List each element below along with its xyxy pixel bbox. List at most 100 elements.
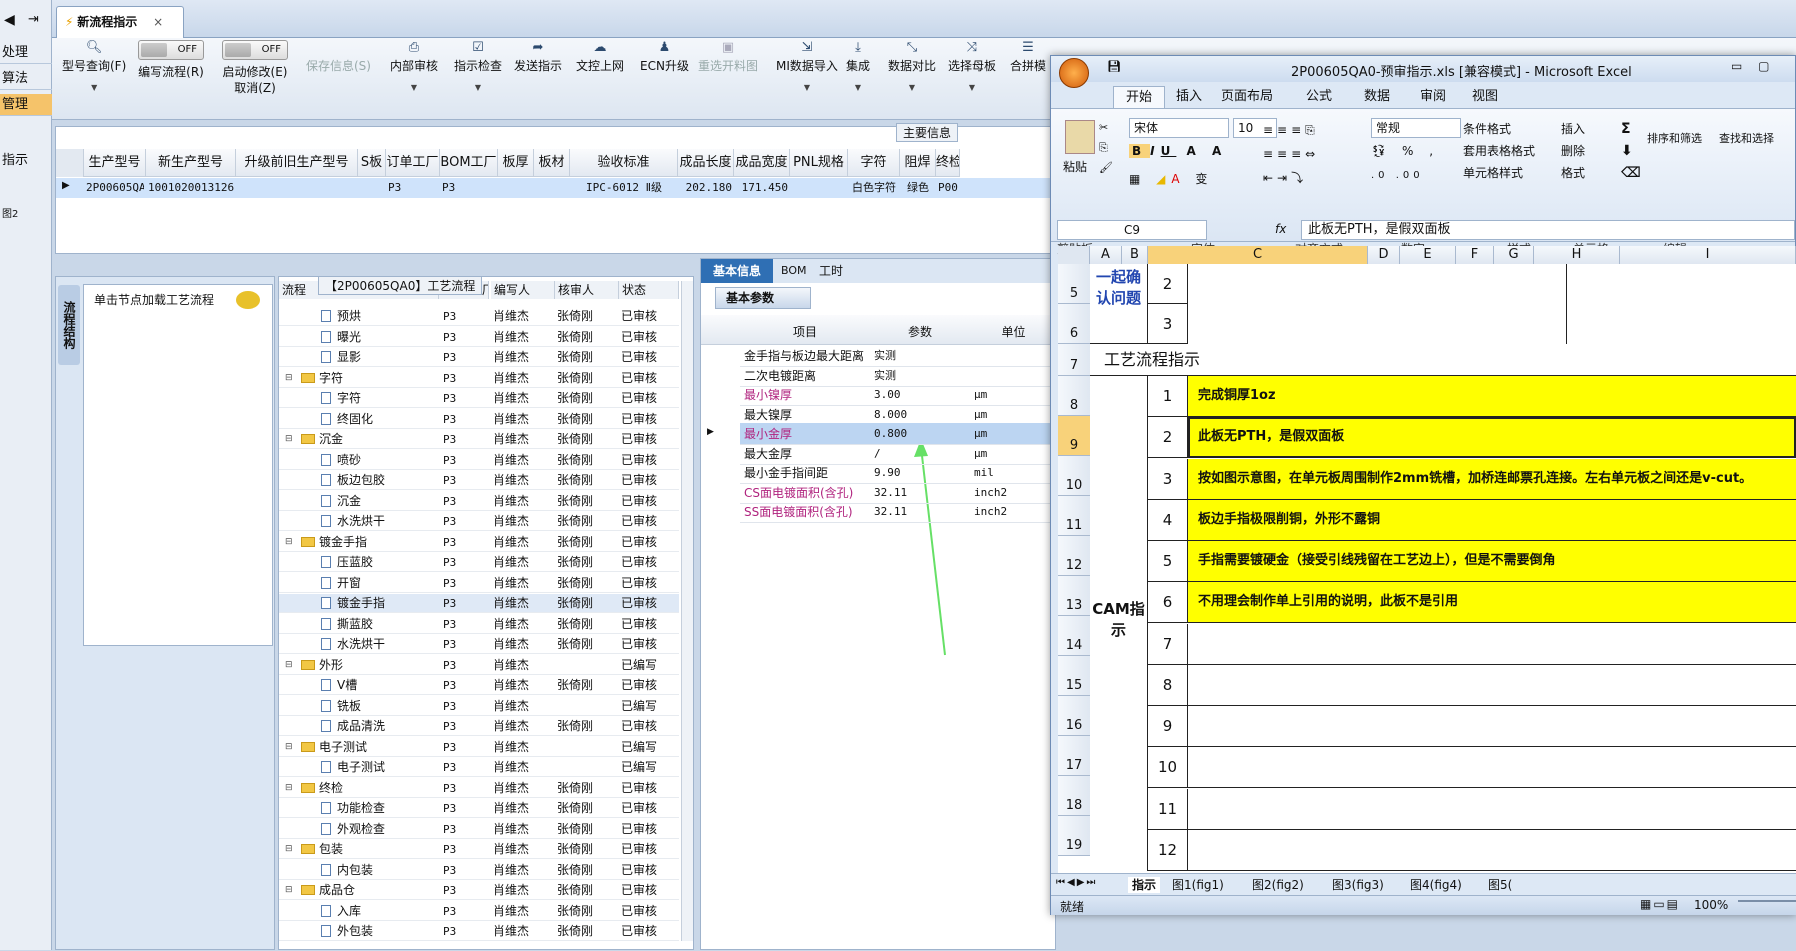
- zoom-slider[interactable]: [1738, 900, 1796, 910]
- cam-item-text[interactable]: [1188, 830, 1796, 871]
- flow-node[interactable]: 曝光: [321, 328, 439, 347]
- col-header-0[interactable]: 生产型号: [84, 149, 146, 177]
- align-buttons[interactable]: ≡≡≡⎘ ≡≡≡⇔ ⇤⇥⤵: [1263, 118, 1363, 190]
- cell-style-button[interactable]: 单元格样式: [1463, 162, 1535, 184]
- flow-node[interactable]: 终检: [301, 779, 439, 798]
- select-all-corner[interactable]: [1058, 246, 1090, 264]
- flow-node[interactable]: 字符: [301, 369, 439, 388]
- flow-row[interactable]: V槽 P3 肖维杰 张倚刚 已审核: [279, 676, 679, 695]
- flow-node[interactable]: 沉金: [321, 492, 439, 511]
- row-cell-11[interactable]: [792, 178, 846, 198]
- col-header-10[interactable]: 成品宽度: [734, 149, 790, 177]
- ribbon-tab-2[interactable]: 页面布局: [1221, 86, 1273, 108]
- col-header-G[interactable]: G: [1494, 246, 1534, 264]
- start-modify-button[interactable]: OFF 启动修改(E) 取消(Z): [222, 40, 288, 96]
- menu-item-manage[interactable]: 管理: [0, 94, 52, 116]
- office-button-icon[interactable]: [1059, 58, 1089, 88]
- sheet-tab-0[interactable]: 指示: [1128, 877, 1161, 893]
- row-cell-13[interactable]: 绿色: [902, 178, 934, 198]
- find-select-button[interactable]: 查找和选择: [1719, 132, 1774, 146]
- col-header-I[interactable]: I: [1620, 246, 1796, 264]
- flow-node[interactable]: 外观检查: [321, 820, 439, 839]
- sort-filter-button[interactable]: 排序和筛选: [1647, 132, 1702, 146]
- reselect-cut-image-button[interactable]: ▣ 重选开料图: [698, 40, 758, 74]
- sheet-tab-4[interactable]: 图4(fig4): [1410, 877, 1462, 893]
- flow-node[interactable]: 内包装: [321, 861, 439, 880]
- delete-cells-button[interactable]: 删除: [1561, 140, 1585, 162]
- col-header-11[interactable]: PNL规格: [790, 149, 848, 177]
- flow-row[interactable]: 显影 P3 肖维杰 张倚刚 已审核: [279, 348, 679, 367]
- table-format-button[interactable]: 套用表格格式: [1463, 140, 1535, 162]
- row-cell-2[interactable]: [238, 178, 356, 198]
- expand-icon[interactable]: ⊟: [285, 779, 293, 798]
- sheet-tab-5[interactable]: 图5(: [1488, 877, 1512, 893]
- flow-row[interactable]: 压蓝胶 P3 肖维杰 张倚刚 已审核: [279, 553, 679, 572]
- flow-row[interactable]: 外包装 P3 肖维杰 张倚刚 已审核: [279, 922, 679, 941]
- quick-save-icon[interactable]: 💾︎: [1107, 60, 1121, 73]
- ribbon-tab-3[interactable]: 公式: [1293, 86, 1345, 108]
- row-cell-14[interactable]: P006: [938, 178, 958, 198]
- row-cell-1[interactable]: 10010200131264: [148, 178, 234, 198]
- flow-node[interactable]: 铣板: [321, 697, 439, 716]
- flow-node[interactable]: 撕蓝胶: [321, 615, 439, 634]
- paste-label[interactable]: 粘贴: [1063, 158, 1087, 175]
- flow-row[interactable]: 开窗 P3 肖维杰 张倚刚 已审核: [279, 574, 679, 593]
- expand-icon[interactable]: ⊟: [285, 656, 293, 675]
- flow-node[interactable]: 水洗烘干: [321, 512, 439, 531]
- merge-mold-button[interactable]: ☰ 合拼模: [1010, 40, 1046, 74]
- data-compare-button[interactable]: ⤡ 数据对比 ▼: [888, 40, 936, 96]
- row-header-11[interactable]: 11: [1058, 496, 1090, 536]
- flow-row[interactable]: ⊟ 终检 P3 肖维杰 张倚刚 已审核: [279, 779, 679, 798]
- col-header-6[interactable]: 板厚: [498, 149, 534, 177]
- row-cell-6[interactable]: [500, 178, 532, 198]
- decimal-buttons[interactable]: .0 .00: [1371, 170, 1424, 181]
- row-header-13[interactable]: 13: [1058, 576, 1090, 616]
- window-controls[interactable]: ▭ ▢: [1731, 59, 1791, 77]
- cam-item-text[interactable]: [1188, 747, 1796, 789]
- tab-new-flow[interactable]: ⚡ 新流程指示 ×: [56, 6, 184, 38]
- forward-icon[interactable]: ⇥: [28, 12, 39, 27]
- view-buttons[interactable]: ▦▭▤: [1640, 897, 1680, 911]
- col-header-2[interactable]: 升级前旧生产型号: [236, 149, 358, 177]
- flow-node[interactable]: 镀金手指: [301, 533, 439, 552]
- flow-node[interactable]: 字符: [321, 389, 439, 408]
- insert-cells-button[interactable]: 插入: [1561, 118, 1585, 140]
- cond-format-button[interactable]: 条件格式: [1463, 118, 1535, 140]
- start-modify-toggle[interactable]: OFF: [222, 40, 288, 60]
- col-header-E[interactable]: E: [1400, 246, 1456, 264]
- flow-node[interactable]: 功能检查: [321, 799, 439, 818]
- row-header-14[interactable]: 14: [1058, 616, 1090, 656]
- row-header-7[interactable]: 7: [1058, 344, 1090, 376]
- flow-node[interactable]: 喷砂: [321, 451, 439, 470]
- ribbon-tab-6[interactable]: 视图: [1459, 86, 1511, 108]
- row-cell-7[interactable]: [536, 178, 568, 198]
- col-header-A[interactable]: A: [1090, 246, 1122, 264]
- cam-item-text[interactable]: 板边手指极限削铜，外形不露铜: [1188, 499, 1796, 541]
- flow-node[interactable]: 预烘: [321, 307, 439, 326]
- write-flow-toggle[interactable]: OFF: [138, 40, 204, 60]
- cam-item-text[interactable]: [1188, 665, 1796, 706]
- flow-node[interactable]: 成品仓: [301, 881, 439, 900]
- flow-node[interactable]: V槽: [321, 676, 439, 695]
- internal-review-button[interactable]: ⎙ 内部审核 ▼: [390, 40, 438, 96]
- col-header-13[interactable]: 阻焊: [900, 149, 936, 177]
- styles-group[interactable]: 条件格式 套用表格格式 单元格样式: [1463, 118, 1535, 184]
- flow-row[interactable]: 电子测试 P3 肖维杰 已编写: [279, 758, 679, 777]
- cam-item-text[interactable]: [1188, 706, 1796, 747]
- row-header-17[interactable]: 17: [1058, 736, 1090, 776]
- flow-node[interactable]: 电子测试: [301, 738, 439, 757]
- select-motherboard-button[interactable]: ⤨ 选择母板 ▼: [948, 40, 996, 96]
- flow-node[interactable]: 板边包胶: [321, 471, 439, 490]
- row-header-6[interactable]: 6: [1058, 304, 1090, 344]
- flow-row[interactable]: 外观检查 P3 肖维杰 张倚刚 已审核: [279, 820, 679, 839]
- save-info-button[interactable]: 保存信息(S): [306, 40, 371, 74]
- flow-row[interactable]: 撕蓝胶 P3 肖维杰 张倚刚 已审核: [279, 615, 679, 634]
- row-cell-4[interactable]: P3: [388, 178, 438, 198]
- fx-icon[interactable]: fx: [1275, 222, 1286, 236]
- col-header-9[interactable]: 成品长度: [678, 149, 734, 177]
- dropdown-icon[interactable]: ▼: [846, 80, 870, 96]
- send-instruction-button[interactable]: ➦ 发送指示: [514, 40, 562, 74]
- integrate-button[interactable]: ⤓ 集成 ▼: [846, 40, 870, 96]
- param-value[interactable]: 32.11: [874, 501, 968, 523]
- col-header-3[interactable]: S板: [358, 149, 386, 177]
